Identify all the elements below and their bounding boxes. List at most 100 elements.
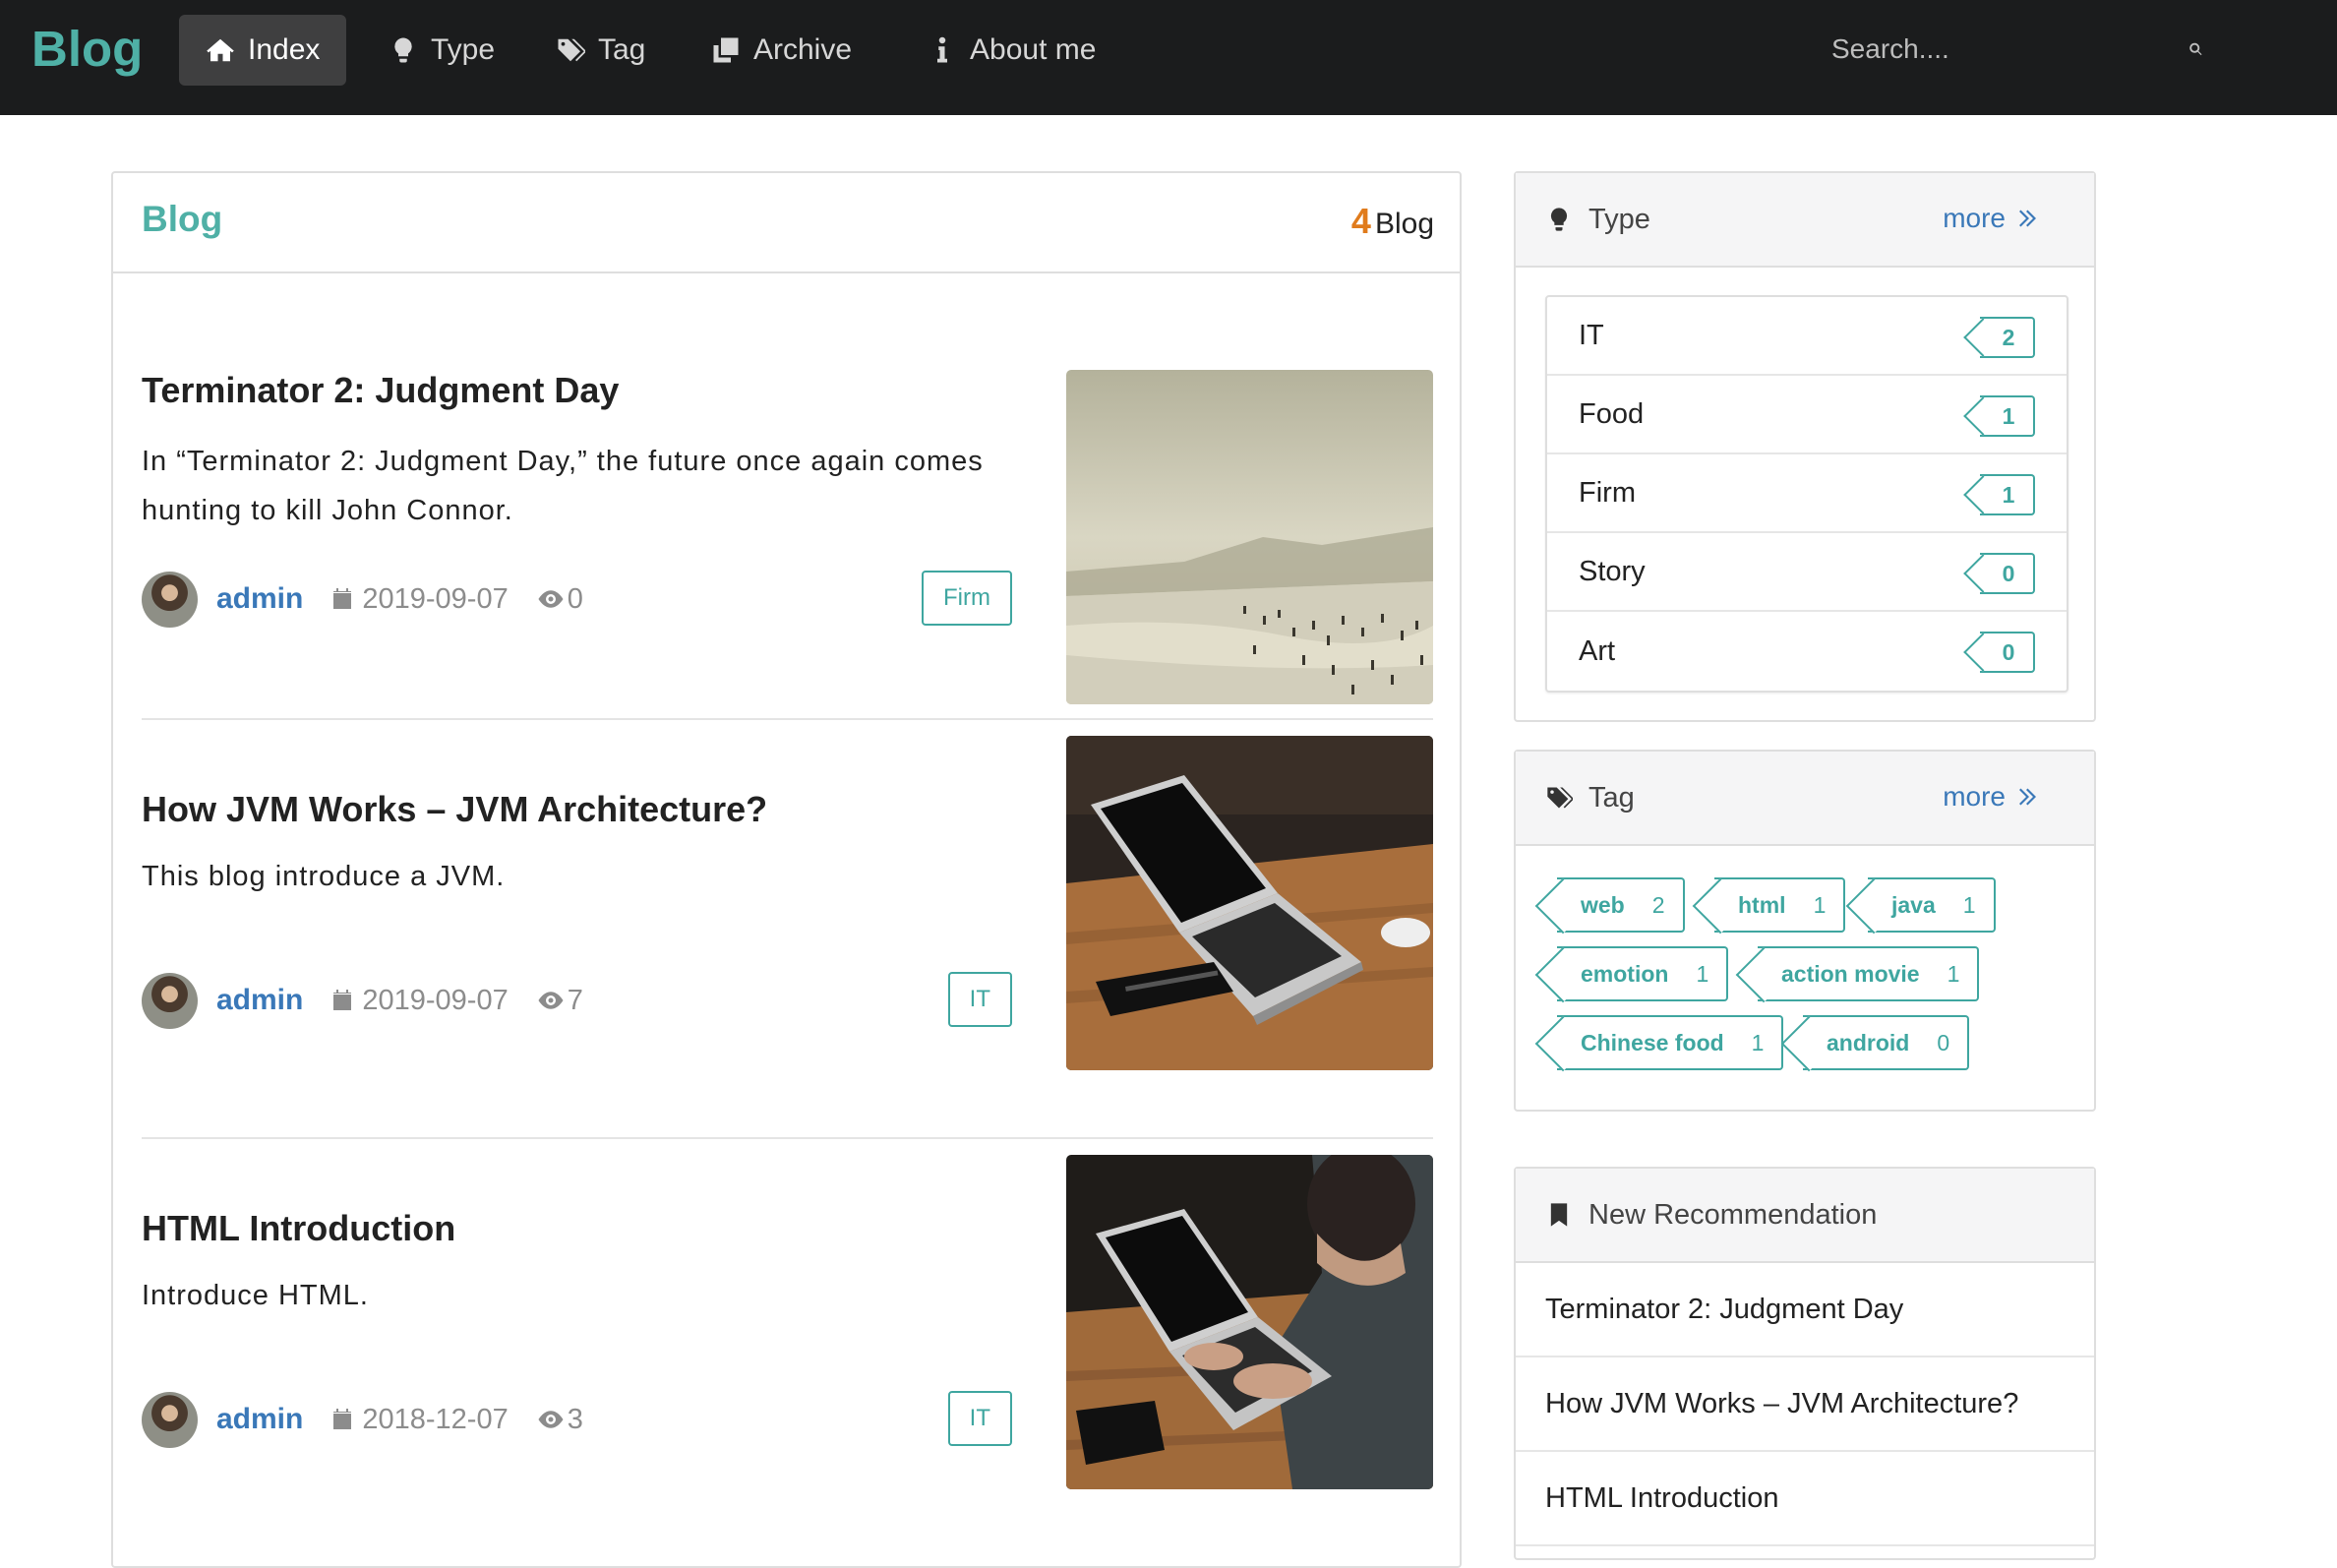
tag-web[interactable]: web 2 (1557, 877, 1685, 933)
type-item-firm[interactable]: Firm 1 (1547, 454, 2067, 533)
type-more-link[interactable]: more (1943, 203, 2055, 234)
post-thumbnail-typing[interactable] (1066, 1155, 1433, 1489)
post-description: This blog introduce a JVM. (142, 861, 506, 892)
avatar[interactable] (142, 972, 198, 1029)
post-meta: admin 2019-09-07 0 Firm (142, 571, 1012, 628)
search-box (1829, 26, 2203, 73)
blog-post: How JVM Works – JVM Architecture? This b… (142, 736, 1433, 1123)
avatar[interactable] (142, 1391, 198, 1448)
tag-name: web (1581, 891, 1625, 918)
tag-count: 1 (1947, 960, 1960, 987)
post-title[interactable]: How JVM Works – JVM Architecture? (142, 789, 767, 830)
type-name: Food (1579, 397, 1645, 430)
post-date: 2019-09-07 (362, 582, 509, 615)
nav-item-about[interactable]: About me (901, 15, 1122, 86)
info-icon (937, 36, 947, 63)
post-views: 7 (567, 984, 583, 1016)
nav-item-type[interactable]: Type (362, 15, 521, 86)
post-type-tag[interactable]: Firm (922, 571, 1012, 626)
double-chevron-right-icon (2019, 210, 2036, 227)
panel-title: Blog (142, 199, 223, 239)
tag-count: 1 (1962, 891, 1976, 918)
recommendation-item[interactable]: Terminator 2: Judgment Day (1516, 1263, 2094, 1357)
tag-action-movie[interactable]: action movie 1 (1758, 946, 1980, 1001)
tag-html[interactable]: html 1 (1714, 877, 1846, 933)
nav-item-index[interactable]: Index (179, 15, 347, 86)
post-views: 0 (567, 582, 583, 615)
type-count-badge: 2 (1980, 317, 2035, 358)
post-views: 3 (567, 1403, 583, 1435)
type-count-badge: 0 (1980, 632, 2035, 673)
top-navbar: Blog Index Type Tag Archive About me (0, 0, 2337, 115)
blog-count-label: Blog (1374, 208, 1434, 240)
recommendation-card-header: New Recommendation (1516, 1169, 2094, 1263)
type-card: Type more IT 2 Food 1 Firm 1 Story 0 Art… (1514, 171, 2096, 722)
type-count: 2 (2002, 324, 2015, 350)
tag-count: 0 (1937, 1029, 1950, 1055)
more-label: more (1943, 203, 2006, 233)
search-input[interactable] (1829, 32, 2188, 66)
nav-item-label: Archive (753, 33, 853, 66)
tag-count: 1 (1751, 1029, 1765, 1055)
clone-icon (713, 37, 739, 63)
type-name: Story (1579, 555, 1646, 587)
more-label: more (1943, 781, 2006, 812)
post-author[interactable]: admin (216, 984, 303, 1017)
post-date: 2019-09-07 (362, 984, 509, 1016)
lightbulb-icon (1550, 208, 1568, 231)
post-type-tag[interactable]: IT (947, 972, 1012, 1027)
blog-panel-header: Blog 4 Blog (113, 173, 1460, 273)
type-name: Firm (1579, 476, 1636, 509)
blog-post: HTML Introduction Introduce HTML. admin … (142, 1155, 1433, 1542)
nav-item-label: About me (970, 33, 1097, 66)
post-thumbnail-beach[interactable] (1066, 370, 1433, 704)
double-chevron-right-icon (2019, 788, 2036, 806)
lightbulb-icon (394, 37, 412, 63)
post-divider (142, 718, 1433, 720)
post-author[interactable]: admin (216, 582, 303, 616)
tag-count: 1 (1813, 891, 1827, 918)
recommendation-card-title: New Recommendation (1588, 1198, 1878, 1231)
bookmark-icon (1550, 1203, 1568, 1227)
tag-java[interactable]: java 1 (1868, 877, 1996, 933)
tag-more-link[interactable]: more (1943, 781, 2055, 813)
tag-name: java (1891, 891, 1936, 918)
post-thumbnail-laptop[interactable] (1066, 736, 1433, 1070)
post-divider (142, 1137, 1433, 1139)
tag-android[interactable]: android 0 (1803, 1015, 1970, 1070)
nav-item-archive[interactable]: Archive (685, 15, 878, 86)
type-item-food[interactable]: Food 1 (1547, 376, 2067, 454)
post-title[interactable]: Terminator 2: Judgment Day (142, 370, 619, 411)
tag-card-header: Tag more (1516, 752, 2094, 846)
type-count: 0 (2002, 638, 2015, 665)
post-author[interactable]: admin (216, 1403, 303, 1436)
type-card-header: Type more (1516, 173, 2094, 268)
type-count-badge: 1 (1980, 474, 2035, 515)
typing-image (1066, 1155, 1433, 1489)
recommendation-item[interactable]: HTML Introduction (1516, 1452, 2094, 1546)
tag-count: 2 (1651, 891, 1665, 918)
blog-post: Terminator 2: Judgment Day In “Terminato… (142, 370, 1433, 704)
type-count: 0 (2002, 560, 2015, 586)
post-type-tag[interactable]: IT (947, 1391, 1012, 1446)
type-item-it[interactable]: IT 2 (1547, 297, 2067, 376)
recommendation-item[interactable]: How JVM Works – JVM Architecture? (1516, 1357, 2094, 1452)
tag-card: Tag more web 2 html 1 java 1 emotion 1 actio… (1514, 750, 2096, 1112)
avatar[interactable] (142, 571, 198, 628)
post-title[interactable]: HTML Introduction (142, 1208, 455, 1249)
type-name: IT (1579, 319, 1604, 351)
tag-emotion[interactable]: emotion 1 (1557, 946, 1729, 1001)
tag-name: action movie (1781, 960, 1920, 987)
type-item-story[interactable]: Story 0 (1547, 533, 2067, 612)
blog-list-panel: Blog 4 Blog Terminator 2: Judgment Day In… (111, 171, 1462, 1568)
blog-count-number: 4 (1350, 201, 1371, 241)
nav-item-tag[interactable]: Tag (529, 15, 672, 86)
tag-name: emotion (1581, 960, 1669, 987)
eye-icon (538, 590, 564, 608)
search-icon[interactable] (2188, 34, 2203, 64)
blog-count: 4 Blog (1351, 201, 1434, 242)
type-item-art[interactable]: Art 0 (1547, 612, 2067, 691)
brand-logo[interactable]: Blog (31, 20, 143, 79)
tag-chinese-food[interactable]: Chinese food 1 (1557, 1015, 1784, 1070)
nav-item-label: Tag (598, 33, 646, 66)
